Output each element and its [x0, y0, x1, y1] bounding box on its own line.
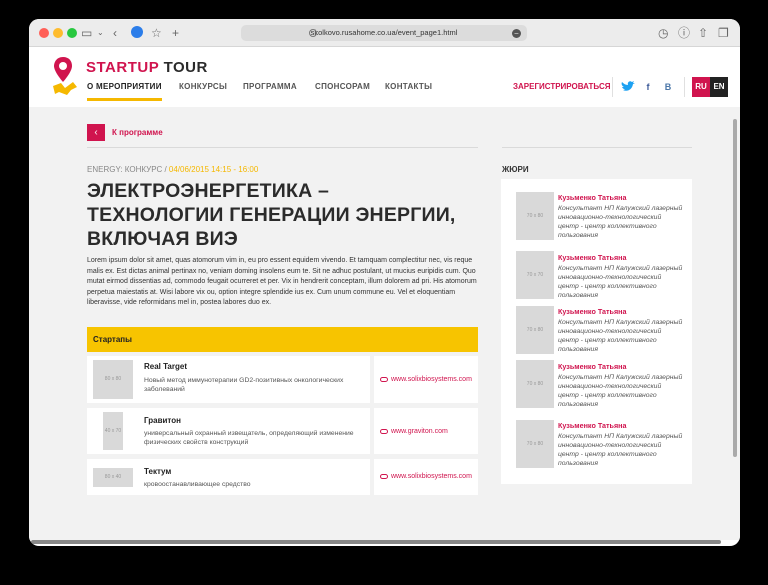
jury-role: Консультант НП Калужский лазерный иннова…	[558, 205, 683, 239]
startup-info: 80 x 40 Тектум кровоостанавливающее сред…	[87, 459, 370, 495]
startup-link-text: www.solixbiosystems.com	[391, 376, 472, 383]
vk-icon[interactable]: В	[660, 80, 676, 94]
title-line: ТЕХНОЛОГИИ ГЕНЕРАЦИИ ЭНЕРГИИ,	[87, 204, 456, 226]
nav-program[interactable]: ПРОГРАММА	[243, 82, 297, 91]
star-icon[interactable]: ☆	[151, 25, 162, 41]
nav-about[interactable]: О МЕРОПРИЯТИИ	[87, 82, 162, 101]
startup-name[interactable]: Тектум	[144, 467, 171, 476]
startup-description: универсальный охранный извещатель, опред…	[144, 430, 354, 446]
privacy-shield-icon[interactable]	[131, 26, 143, 38]
event-description: Lorem ipsum dolor sit amet, quas atomoru…	[87, 257, 477, 307]
title-line: ЭЛЕКТРОЭНЕРГЕТИКА –	[87, 180, 330, 202]
startup-thumbnail: 80 x 40	[93, 468, 133, 487]
jury-name[interactable]: Кузьменко Татьяна	[558, 421, 627, 430]
vertical-scrollbar[interactable]	[733, 119, 737, 457]
jury-name[interactable]: Кузьменко Татьяна	[558, 253, 627, 262]
jury-panel: 70 x 80 Кузьменко Татьяна Консультант НП…	[501, 179, 692, 484]
startup-link-text: www.graviton.com	[391, 428, 448, 435]
jury-photo: 70 x 80	[516, 360, 554, 408]
jury-name[interactable]: Кузьменко Татьяна	[558, 193, 627, 202]
jury-heading: ЖЮРИ	[502, 165, 529, 174]
minimize-window-icon[interactable]	[53, 28, 63, 38]
back-arrow-icon[interactable]: ‹	[113, 25, 117, 41]
brand-rest: TOUR	[163, 59, 208, 76]
startup-link-cell: www.graviton.com	[374, 408, 478, 454]
jury-role: Консультант НП Калужский лазерный иннова…	[558, 374, 683, 408]
event-breadcrumb: ENERGY: КОНКУРС / 04/06/2015 14:15 - 16:…	[87, 165, 258, 174]
event-category: ENERGY: КОНКУРС /	[87, 165, 167, 174]
chevron-left-icon: ‹	[94, 127, 98, 138]
jury-role: Консультант НП Калужский лазерный иннова…	[558, 433, 683, 467]
info-icon[interactable]: ⓘ	[678, 25, 690, 41]
back-button[interactable]: ‹	[87, 124, 105, 141]
sidebar-icon[interactable]: ▭	[81, 25, 92, 41]
link-icon	[380, 428, 388, 434]
close-window-icon[interactable]	[39, 28, 49, 38]
startup-name[interactable]: Real Target	[144, 362, 187, 371]
startup-thumbnail: 40 x 70	[103, 412, 123, 450]
nav-sponsors[interactable]: СПОНСОРАМ	[315, 82, 370, 91]
startup-link-cell: www.solixbiosystems.com	[374, 356, 478, 403]
page-title: ЭЛЕКТРОЭНЕРГЕТИКА – ТЕХНОЛОГИИ ГЕНЕРАЦИИ…	[87, 179, 487, 251]
globe-icon	[309, 29, 317, 37]
history-icon[interactable]: ◷	[658, 25, 668, 41]
startup-info: 40 x 70 Гравитон универсальный охранный …	[87, 408, 370, 454]
jury-photo: 70 x 70	[516, 251, 554, 299]
page-content: ‹ К программе ENERGY: КОНКУРС / 04/06/20…	[29, 107, 740, 540]
startups-heading: Стартапы	[87, 327, 478, 352]
stop-icon[interactable]: –	[512, 29, 521, 38]
nav-contacts[interactable]: КОНТАКТЫ	[385, 82, 432, 91]
startup-link[interactable]: www.graviton.com	[380, 428, 448, 435]
divider	[684, 77, 685, 97]
startup-link[interactable]: www.solixbiosystems.com	[380, 473, 472, 480]
link-icon	[380, 376, 388, 382]
horizontal-scrollbar[interactable]	[31, 540, 721, 544]
facebook-icon[interactable]: f	[640, 80, 656, 94]
jury-name[interactable]: Кузьменко Татьяна	[558, 307, 627, 316]
chevron-down-icon[interactable]: ⌄	[97, 25, 104, 41]
lang-en-button[interactable]: EN	[710, 77, 728, 97]
jury-photo: 70 x 80	[516, 306, 554, 354]
brand-logo[interactable]: STARTUP TOUR	[86, 59, 208, 76]
startup-name[interactable]: Гравитон	[144, 416, 181, 425]
jury-role: Консультант НП Калужский лазерный иннова…	[558, 265, 683, 299]
nav-contests[interactable]: КОНКУРСЫ	[179, 82, 227, 91]
link-icon	[380, 473, 388, 479]
browser-toolbar: ▭ ⌄ ‹ ☆ + skolkovo.rusahome.co.ua/event_…	[29, 19, 740, 47]
startup-description: Новый метод иммунотерапии GD2-позитивных…	[144, 377, 344, 393]
startup-description: кровоостанавливающее средство	[144, 481, 251, 488]
jury-role: Консультант НП Калужский лазерный иннова…	[558, 319, 683, 353]
twitter-icon[interactable]	[620, 80, 636, 94]
url-text: skolkovo.rusahome.co.ua/event_page1.html	[310, 28, 458, 37]
startup-thumbnail: 80 x 80	[93, 360, 133, 399]
browser-window: ▭ ⌄ ‹ ☆ + skolkovo.rusahome.co.ua/event_…	[29, 19, 740, 546]
startup-row: 40 x 70 Гравитон универсальный охранный …	[87, 408, 478, 454]
jury-photo: 70 x 80	[516, 420, 554, 468]
title-line: ВКЛЮЧАЯ ВИЭ	[87, 228, 238, 250]
divider	[612, 77, 613, 97]
startup-link-text: www.solixbiosystems.com	[391, 473, 472, 480]
register-link[interactable]: ЗАРЕГИСТРИРОВАТЬСЯ	[513, 82, 610, 91]
new-tab-icon[interactable]: +	[172, 25, 179, 41]
jury-name[interactable]: Кузьменко Татьяна	[558, 362, 627, 371]
logo-pin-icon[interactable]	[53, 55, 79, 99]
jury-photo: 70 x 80	[516, 192, 554, 240]
startup-info: 80 x 80 Real Target Новый метод иммуноте…	[87, 356, 370, 403]
share-icon[interactable]: ⇧	[698, 25, 708, 41]
back-link[interactable]: К программе	[112, 128, 163, 137]
startup-link[interactable]: www.solixbiosystems.com	[380, 376, 472, 383]
startup-row: 80 x 80 Real Target Новый метод иммуноте…	[87, 356, 478, 403]
tabs-icon[interactable]: ❐	[718, 25, 729, 41]
divider	[502, 147, 692, 148]
lang-ru-button[interactable]: RU	[692, 77, 710, 97]
startup-row: 80 x 40 Тектум кровоостанавливающее сред…	[87, 459, 478, 495]
brand-accent: STARTUP	[86, 59, 159, 76]
maximize-window-icon[interactable]	[67, 28, 77, 38]
divider	[87, 147, 478, 148]
event-date: 04/06/2015 14:15 - 16:00	[166, 165, 259, 174]
address-bar[interactable]: skolkovo.rusahome.co.ua/event_page1.html…	[241, 25, 527, 41]
startup-link-cell: www.solixbiosystems.com	[374, 459, 478, 495]
